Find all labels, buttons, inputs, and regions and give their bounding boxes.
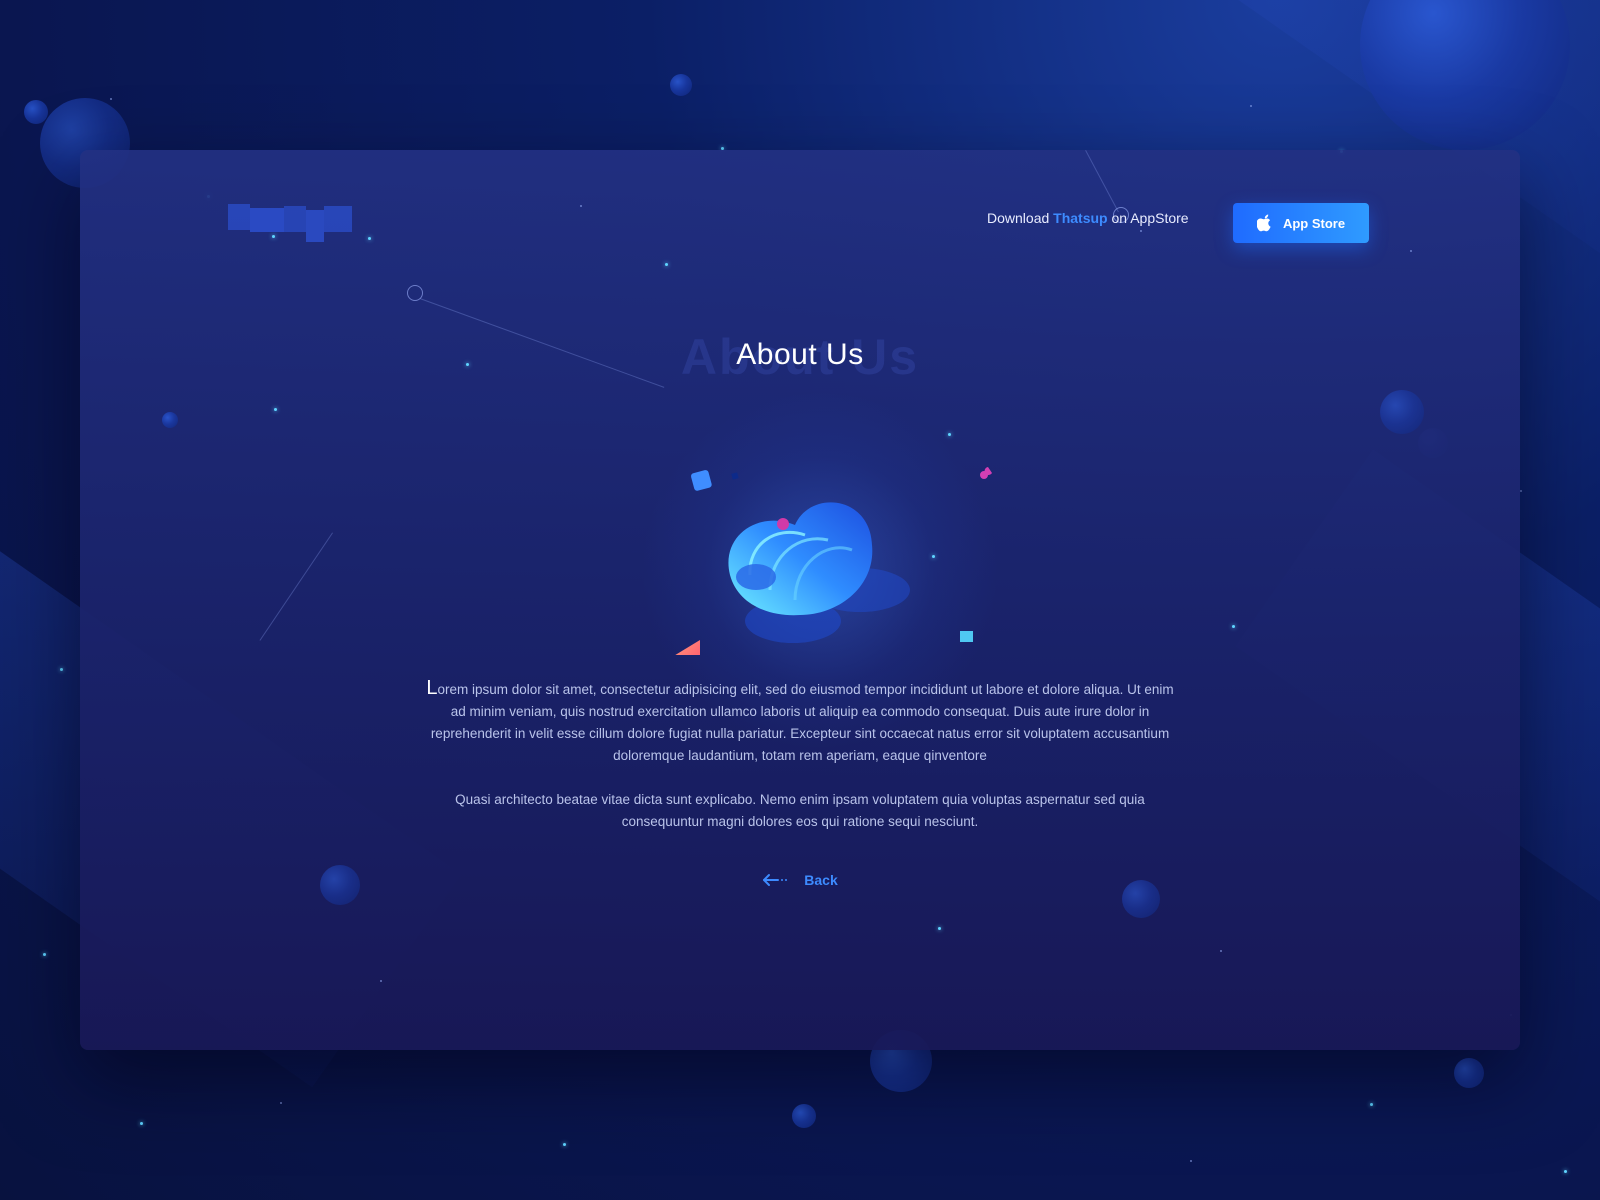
app-store-button-label: App Store — [1282, 215, 1346, 231]
download-suffix: on AppStore — [1111, 210, 1189, 226]
constellation-line — [1085, 150, 1119, 213]
paragraph-2: Quasi architecto beatae vitae dicta sunt… — [455, 792, 1145, 829]
star — [1370, 1103, 1373, 1106]
shell-illustration — [675, 467, 992, 655]
planet — [1380, 390, 1424, 434]
about-body: Lorem ipsum dolor sit amet, consectetur … — [420, 677, 1180, 855]
cube-icon — [691, 470, 712, 491]
app-store-button[interactable]: App Store — [1233, 203, 1369, 243]
planet — [670, 74, 692, 96]
star — [274, 408, 277, 411]
star — [1190, 1160, 1192, 1162]
download-prefix: Download — [987, 210, 1050, 226]
paragraph-1-text: orem ipsum dolor sit amet, consectetur a… — [430, 682, 1174, 763]
star — [60, 668, 63, 671]
paragraph-dropcap: L — [426, 677, 438, 699]
constellation-node — [407, 285, 423, 301]
about-panel: Download Thatsup on AppStore App Store A… — [80, 150, 1520, 1050]
arrow-left-icon — [763, 874, 788, 886]
planet — [24, 100, 48, 124]
star — [1520, 490, 1522, 492]
star — [580, 205, 582, 207]
triangle-icon — [675, 640, 700, 655]
star — [1410, 250, 1412, 252]
planet — [162, 412, 178, 428]
star — [1140, 230, 1142, 232]
star — [368, 237, 371, 240]
back-link[interactable]: Back — [80, 872, 1520, 888]
page-title: About Us — [736, 338, 864, 371]
dot-icon — [777, 518, 789, 530]
download-promo: Download Thatsup on AppStore — [987, 210, 1189, 226]
logo[interactable] — [228, 204, 352, 242]
star — [43, 953, 46, 956]
star — [280, 1102, 282, 1104]
shell-opening — [736, 564, 776, 590]
cube-icon — [731, 472, 739, 480]
star — [380, 980, 382, 982]
planet — [1454, 1058, 1484, 1088]
star — [938, 927, 941, 930]
star — [1232, 625, 1235, 628]
star — [563, 1143, 566, 1146]
flower-icon — [980, 467, 992, 479]
star — [665, 263, 668, 266]
small-cube-icon — [960, 631, 973, 642]
brand-name[interactable]: Thatsup — [1053, 210, 1107, 226]
planet — [792, 1104, 816, 1128]
back-label: Back — [804, 872, 838, 888]
paragraph-1: Lorem ipsum dolor sit amet, consectetur … — [420, 677, 1180, 767]
constellation-line — [259, 532, 333, 641]
apple-icon — [1256, 214, 1271, 232]
star — [140, 1122, 143, 1125]
star — [1564, 1170, 1567, 1173]
star — [1250, 105, 1252, 107]
star — [110, 98, 112, 100]
star — [1220, 950, 1222, 952]
